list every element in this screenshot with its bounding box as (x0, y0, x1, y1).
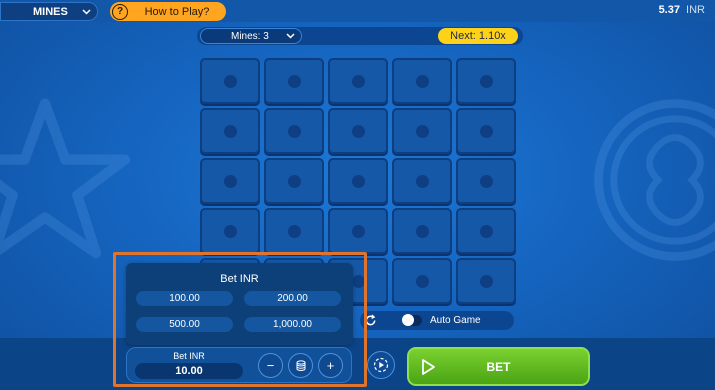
mine-tile[interactable] (264, 58, 324, 104)
tile-dot-icon (415, 174, 429, 188)
mine-tile[interactable] (392, 158, 452, 204)
balance: 5.37 INR (659, 4, 705, 16)
tile-dot-icon (223, 124, 237, 138)
chevron-down-icon (285, 31, 295, 41)
auto-game-label: Auto Game (430, 315, 481, 326)
tile-dot-icon (351, 174, 365, 188)
mine-tile[interactable] (200, 158, 260, 204)
tile-dot-icon (415, 274, 429, 288)
mine-tile[interactable] (392, 58, 452, 104)
tile-dot-icon (415, 74, 429, 88)
next-multiplier-badge: Next: 1.10x (438, 28, 518, 44)
mine-tile[interactable] (264, 208, 324, 254)
mine-tile[interactable] (328, 58, 388, 104)
tile-dot-icon (351, 124, 365, 138)
how-to-play-label: How to Play? (144, 5, 210, 18)
mine-tile[interactable] (264, 158, 324, 204)
mine-tile[interactable] (328, 108, 388, 154)
auto-game-toggle[interactable] (402, 314, 422, 326)
game-name: MINES (33, 5, 68, 18)
mine-tile[interactable] (200, 58, 260, 104)
star-icon (0, 98, 130, 259)
mine-tile[interactable] (328, 208, 388, 254)
mine-tile[interactable] (392, 258, 452, 304)
how-to-play-button[interactable]: ? How to Play? (110, 2, 226, 21)
tile-dot-icon (223, 74, 237, 88)
balance-currency: INR (686, 4, 705, 16)
mine-tile[interactable] (200, 208, 260, 254)
game-selector[interactable]: MINES (0, 2, 98, 21)
tile-dot-icon (479, 174, 493, 188)
tile-dot-icon (287, 224, 301, 238)
tile-dot-icon (479, 124, 493, 138)
tile-dot-icon (287, 124, 301, 138)
tile-dot-icon (223, 224, 237, 238)
circle-emblem-icon (594, 99, 715, 261)
mine-tile[interactable] (456, 158, 516, 204)
bet-button[interactable]: BET (407, 347, 590, 386)
play-icon (373, 357, 389, 373)
tile-dot-icon (287, 174, 301, 188)
bet-button-label: BET (486, 359, 511, 374)
play-icon (422, 359, 435, 375)
mine-tile[interactable] (328, 158, 388, 204)
mine-tile[interactable] (392, 108, 452, 154)
tile-dot-icon (287, 74, 301, 88)
tile-dot-icon (351, 224, 365, 238)
tile-dot-icon (479, 274, 493, 288)
tile-dot-icon (415, 224, 429, 238)
mine-tile[interactable] (456, 58, 516, 104)
highlight-frame (113, 252, 367, 387)
mine-tile[interactable] (392, 208, 452, 254)
mine-tile[interactable] (456, 108, 516, 154)
tile-dot-icon (479, 74, 493, 88)
chevron-down-icon (81, 7, 91, 17)
balance-amount: 5.37 (658, 4, 680, 16)
tile-dot-icon (479, 224, 493, 238)
top-bar (0, 0, 715, 22)
help-icon: ? (112, 3, 128, 20)
auto-game-row: Auto Game (360, 311, 514, 330)
mines-selector[interactable]: Mines: 3 (200, 28, 302, 44)
mine-tile[interactable] (456, 258, 516, 304)
tile-dot-icon (223, 174, 237, 188)
tile-dot-icon (351, 74, 365, 88)
auto-play-button[interactable] (367, 351, 395, 379)
mine-tile[interactable] (456, 208, 516, 254)
mine-tile[interactable] (264, 108, 324, 154)
mines-label: Mines: 3 (231, 30, 269, 42)
tile-dot-icon (415, 124, 429, 138)
mine-tile[interactable] (200, 108, 260, 154)
